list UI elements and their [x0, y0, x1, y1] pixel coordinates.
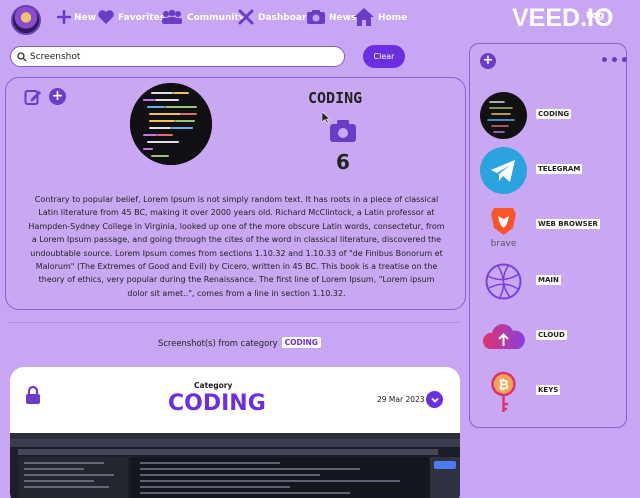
- globe-icon: [480, 258, 527, 305]
- more-options-icon[interactable]: •••: [600, 53, 630, 69]
- screenshots-heading-text: Screenshot(s) from category: [158, 337, 278, 348]
- screenshot-preview[interactable]: [10, 433, 460, 498]
- category-sidebar: + ••• CODING TELEGRAM brave WEB BROWSER …: [469, 43, 630, 428]
- logout-link[interactable]: Log: [586, 11, 604, 21]
- category-thumbnail: [130, 83, 212, 165]
- nav-dashboard[interactable]: Dashboard: [237, 8, 313, 28]
- nav-dashboard-label: Dashboard: [258, 13, 313, 23]
- sidebar-item-label: CLOUD: [536, 330, 567, 340]
- lock-icon: [25, 385, 41, 409]
- category-card: + CODING 6 Contrary to popular belief, L…: [5, 77, 466, 310]
- category-title: CODING: [308, 89, 363, 107]
- category-description: Contrary to popular belief, Lorem Ipsum …: [28, 195, 445, 298]
- search-icon: [17, 47, 27, 66]
- sidebar-item-label: KEYS: [536, 385, 561, 395]
- edit-icon[interactable]: [24, 88, 42, 110]
- sidebar-item-web-browser[interactable]: brave WEB BROWSER: [480, 202, 620, 250]
- nav-new[interactable]: New: [56, 8, 96, 28]
- sidebar-item-telegram[interactable]: TELEGRAM: [480, 147, 620, 195]
- code-thumbnail: [480, 92, 527, 139]
- nav-favorites[interactable]: Favorites: [97, 8, 165, 28]
- tools-icon: [237, 8, 255, 29]
- nav-home-label: Home: [378, 13, 408, 23]
- divider: [8, 322, 460, 323]
- screenshots-heading: Screenshot(s) from category CODING: [158, 337, 321, 348]
- sidebar-item-label: TELEGRAM: [536, 164, 583, 174]
- screenshot-count: 6: [336, 150, 350, 174]
- users-icon: [160, 9, 184, 28]
- sidebar-item-label: MAIN: [536, 275, 561, 285]
- sidebar-item-label: CODING: [536, 109, 572, 119]
- brave-icon: brave: [480, 202, 527, 249]
- category-label: Category: [194, 381, 233, 390]
- plus-icon: [56, 9, 72, 27]
- search-input[interactable]: [30, 51, 330, 62]
- sidebar-item-main[interactable]: MAIN: [480, 258, 620, 306]
- screenshot-date: 29 Mar 2023: [377, 395, 425, 404]
- sidebar-item-label: WEB BROWSER: [536, 219, 600, 229]
- chevron-down-icon[interactable]: [426, 391, 443, 408]
- nav-community-label: Community: [187, 13, 245, 23]
- screenshot-card[interactable]: Category CODING 29 Mar 2023: [10, 367, 460, 498]
- add-category-icon[interactable]: +: [480, 53, 496, 69]
- mouse-cursor-icon: [321, 109, 331, 128]
- nav-news[interactable]: News: [306, 8, 356, 28]
- camera-icon: [306, 9, 326, 28]
- svg-text:₿: ₿: [498, 378, 509, 393]
- category-name: CODING: [168, 391, 266, 416]
- telegram-icon: [480, 147, 527, 194]
- bitcoin-key-icon: ₿: [480, 368, 527, 415]
- cloud-upload-icon: [480, 313, 527, 360]
- avatar[interactable]: [11, 5, 41, 35]
- category-tag[interactable]: CODING: [281, 337, 321, 348]
- clear-button[interactable]: Clear: [363, 45, 405, 68]
- svg-text:brave: brave: [491, 239, 517, 249]
- home-icon: [353, 7, 375, 30]
- sidebar-item-keys[interactable]: ₿ KEYS: [480, 368, 620, 416]
- sidebar-item-coding[interactable]: CODING: [480, 92, 620, 140]
- heart-icon: [97, 9, 115, 28]
- top-nav: New Favorites Community Dashboard News H…: [0, 0, 640, 36]
- add-icon[interactable]: +: [49, 88, 66, 105]
- nav-home[interactable]: Home: [353, 7, 408, 30]
- search-bar: [10, 46, 345, 67]
- sidebar-item-cloud[interactable]: CLOUD: [480, 313, 620, 361]
- nav-community[interactable]: Community: [160, 8, 245, 28]
- nav-favorites-label: Favorites: [118, 13, 166, 23]
- camera-icon: [329, 119, 357, 147]
- nav-new-label: New: [74, 13, 96, 23]
